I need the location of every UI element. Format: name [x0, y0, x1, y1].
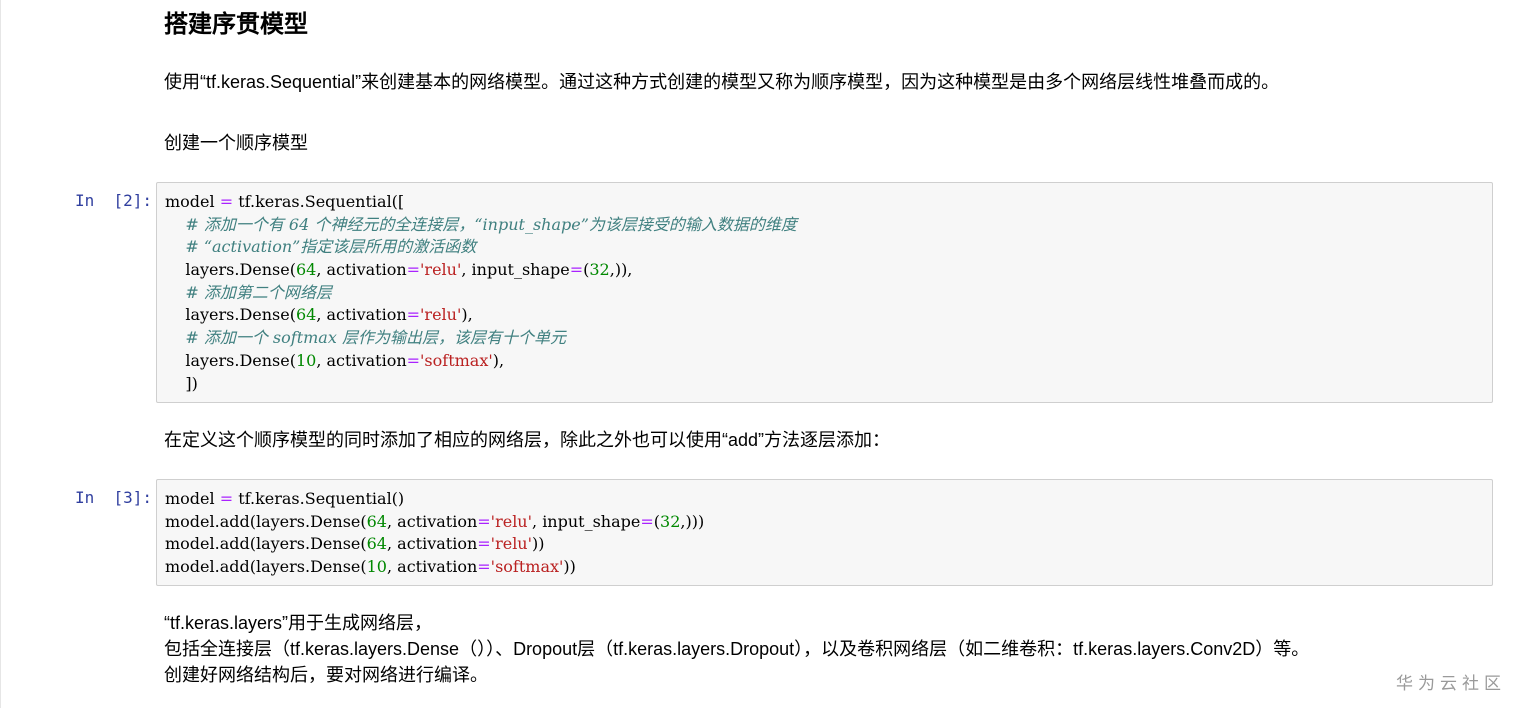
notebook-area: 搭建序贯模型 使用“tf.keras.Sequential”来创建基本的网络模型… [0, 0, 1518, 708]
code-line: model = tf.keras.Sequential() [165, 489, 405, 508]
code-line: model.add(layers.Dense(64, activation='r… [165, 511, 705, 531]
add-method-paragraph: 在定义这个顺序模型的同时添加了相应的网络层，除此之外也可以使用“add”方法逐层… [164, 430, 891, 450]
layers-line-3: 创建好网络结构后，要对网络进行编译。 [164, 665, 488, 685]
code-line: layers.Dense(64, activation='relu'), [165, 305, 473, 325]
code-line: model.add(layers.Dense(10, activation='s… [165, 557, 576, 577]
layers-line-1: “tf.keras.layers”用于生成网络层， [164, 613, 433, 633]
section-heading: 搭建序贯模型 [164, 11, 308, 38]
cell-prompt-2: In [2]: [75, 191, 153, 210]
intro-paragraph: 使用“tf.keras.Sequential”来创建基本的网络模型。通过这种方式… [164, 72, 1280, 92]
watermark-text: 华为云社区 [1396, 674, 1506, 693]
code-line: # 添加一个 softmax 层作为输出层，该层有十个单元 [185, 328, 566, 348]
code-line: ]) [165, 373, 198, 393]
code-line: # 添加第二个网络层 [185, 282, 332, 302]
layers-paragraph: “tf.keras.layers”用于生成网络层， 包括全连接层（tf.kera… [164, 610, 1309, 688]
code-cell-2[interactable]: model = tf.keras.Sequential([ # 添加一个有 64… [156, 182, 1493, 403]
code-line: # 添加一个有 64 个神经元的全连接层，“input_shape”为该层接受的… [185, 214, 797, 234]
layers-line-2: 包括全连接层（tf.keras.layers.Dense（））、Dropout层… [164, 639, 1310, 659]
code-line: layers.Dense(64, activation='relu', inpu… [165, 260, 633, 280]
cell-prompt-3: In [3]: [75, 488, 153, 507]
code-cell-3[interactable]: model = tf.keras.Sequential() model.add(l… [156, 479, 1493, 586]
code-line: model.add(layers.Dense(64, activation='r… [165, 534, 545, 554]
code-line: model = tf.keras.Sequential([ [165, 192, 405, 211]
create-model-label: 创建一个顺序模型 [164, 133, 308, 153]
code-line: layers.Dense(10, activation='softmax'), [165, 350, 505, 370]
code-line: # “activation”指定该层所用的激活函数 [185, 237, 477, 257]
